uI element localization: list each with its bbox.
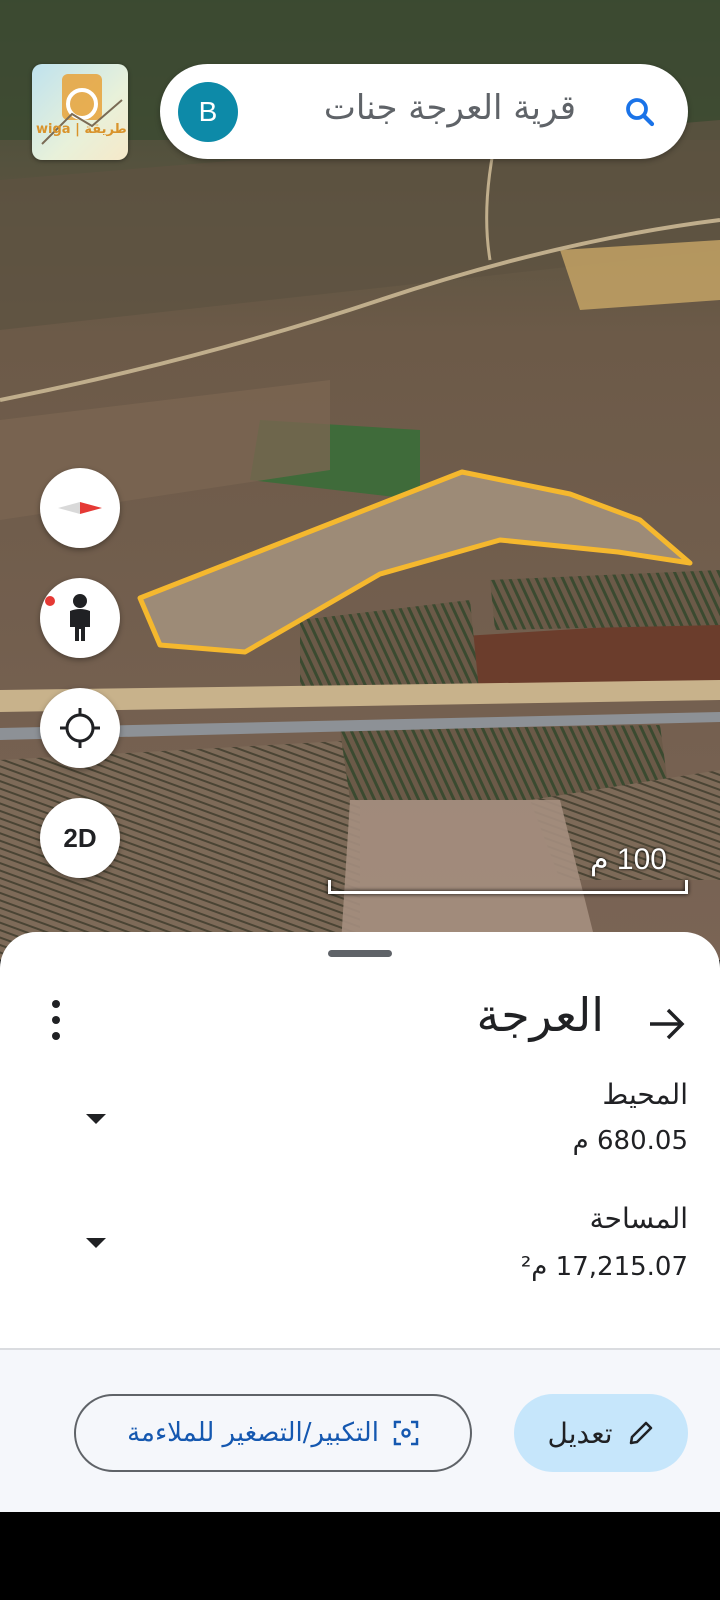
- view-mode-button[interactable]: 2D: [40, 798, 120, 878]
- logo-text: wiga | طريقة: [36, 122, 127, 137]
- search-query[interactable]: قرية العرجة جنات: [324, 88, 576, 128]
- place-title: العرجة: [476, 988, 604, 1042]
- logo-icon: [41, 74, 123, 145]
- compass-needle-icon: [58, 502, 102, 514]
- zoom-to-fit-label: التكبير/التصغير للملاءمة: [127, 1418, 379, 1448]
- system-navigation-bar: [0, 1512, 720, 1600]
- edit-label: تعديل: [547, 1416, 613, 1450]
- compass-button[interactable]: [40, 468, 120, 548]
- back-arrow-icon[interactable]: [646, 1004, 686, 1044]
- street-view-indicator-dot: [45, 596, 55, 606]
- more-options-icon[interactable]: [44, 998, 68, 1042]
- account-avatar[interactable]: B: [178, 82, 238, 142]
- pencil-icon: [629, 1421, 652, 1445]
- area-unit-dropdown-icon[interactable]: [86, 1238, 106, 1248]
- drag-handle[interactable]: [328, 950, 392, 957]
- street-view-button[interactable]: [40, 578, 120, 658]
- my-location-icon: [60, 708, 100, 748]
- perimeter-label: المحيط: [602, 1078, 688, 1111]
- my-location-button[interactable]: [40, 688, 120, 768]
- action-bar: التكبير/التصغير للملاءمة تعديل: [0, 1350, 720, 1512]
- edit-button[interactable]: تعديل: [514, 1394, 688, 1472]
- area-label: المساحة: [589, 1202, 688, 1235]
- bottom-sheet[interactable]: العرجة المحيط 680.05 م المساحة 17,215.07…: [0, 932, 720, 1512]
- perimeter-value: 680.05 م: [572, 1126, 688, 1156]
- fit-screen-icon: [393, 1420, 419, 1446]
- search-bar[interactable]: B قرية العرجة جنات: [160, 64, 688, 159]
- area-value: 17,215.07 م²: [520, 1252, 688, 1282]
- scale-label: 100 م: [590, 843, 667, 876]
- perimeter-unit-dropdown-icon[interactable]: [86, 1114, 106, 1124]
- view-mode-label: 2D: [63, 822, 97, 853]
- search-icon[interactable]: [622, 94, 658, 130]
- app-logo: wiga | طريقة: [32, 64, 128, 160]
- scale-bar: [328, 880, 688, 894]
- zoom-to-fit-button[interactable]: التكبير/التصغير للملاءمة: [74, 1394, 472, 1472]
- satellite-map[interactable]: wiga | طريقة B قرية العرجة جنات 2D 100 م: [0, 0, 720, 960]
- pegman-icon: [70, 594, 90, 641]
- avatar-letter: B: [198, 96, 218, 127]
